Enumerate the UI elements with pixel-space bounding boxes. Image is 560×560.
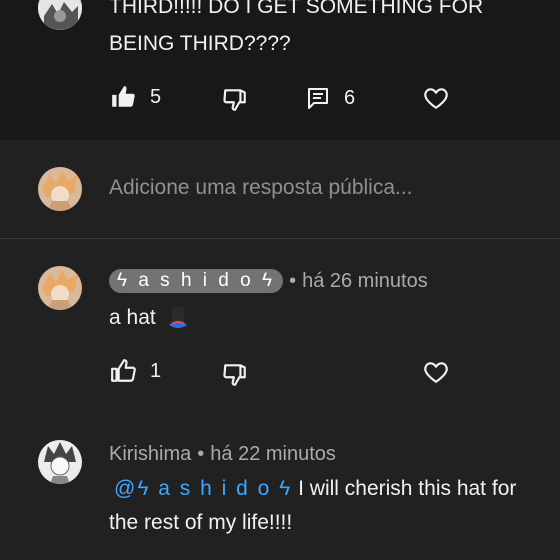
dislike-button[interactable] [222, 361, 248, 387]
replies-button[interactable]: 6 [306, 86, 355, 110]
divider [0, 238, 560, 239]
comment-meta: Kirishima • há 22 minutos [109, 443, 336, 466]
heart-button[interactable] [423, 85, 449, 111]
avatar[interactable] [38, 266, 82, 310]
dislike-icon [223, 89, 246, 111]
comment-body: a hat [109, 306, 156, 329]
meta-separator: • [289, 269, 297, 292]
comment-meta: ϟ a s h i d o ϟ • há 26 minutos [109, 269, 428, 293]
author-name[interactable]: ϟ a s h i d o ϟ [109, 269, 284, 293]
like-icon [112, 86, 135, 107]
comment-text: THIRD!!!!! DO I GET SOMETHING FOR [109, 0, 484, 18]
reply-icon [308, 88, 328, 109]
comment-text: a hat [109, 301, 190, 335]
like-count: 1 [150, 359, 162, 382]
like-button[interactable]: 1 [110, 358, 161, 384]
like-count: 5 [150, 85, 162, 108]
reply-count: 6 [344, 86, 356, 109]
comment-text: @ϟ a s h i d o ϟ I will cherish this hat… [114, 472, 516, 506]
timestamp: há 26 minutos [302, 269, 428, 292]
heart-icon [424, 88, 448, 110]
heart-icon [424, 362, 448, 384]
dislike-button[interactable] [222, 86, 248, 112]
reply-input[interactable]: Adicione uma resposta pública... [109, 176, 413, 200]
avatar[interactable] [38, 440, 82, 484]
mention-link[interactable]: @ϟ a s h i d o ϟ [114, 477, 292, 500]
heart-button[interactable] [423, 359, 449, 385]
like-button[interactable]: 5 [110, 84, 161, 110]
author-name[interactable]: Kirishima [109, 443, 191, 466]
hat-emoji [168, 307, 187, 328]
comment-body: I will cherish this hat for [292, 477, 517, 500]
like-icon [111, 359, 136, 382]
timestamp: há 22 minutos [210, 443, 336, 465]
user-avatar [38, 167, 82, 211]
meta-separator: • [197, 443, 205, 465]
comment-text: BEING THIRD???? [109, 32, 291, 55]
dislike-icon [223, 364, 246, 386]
comment-text: the rest of my life!!!! [109, 511, 293, 534]
